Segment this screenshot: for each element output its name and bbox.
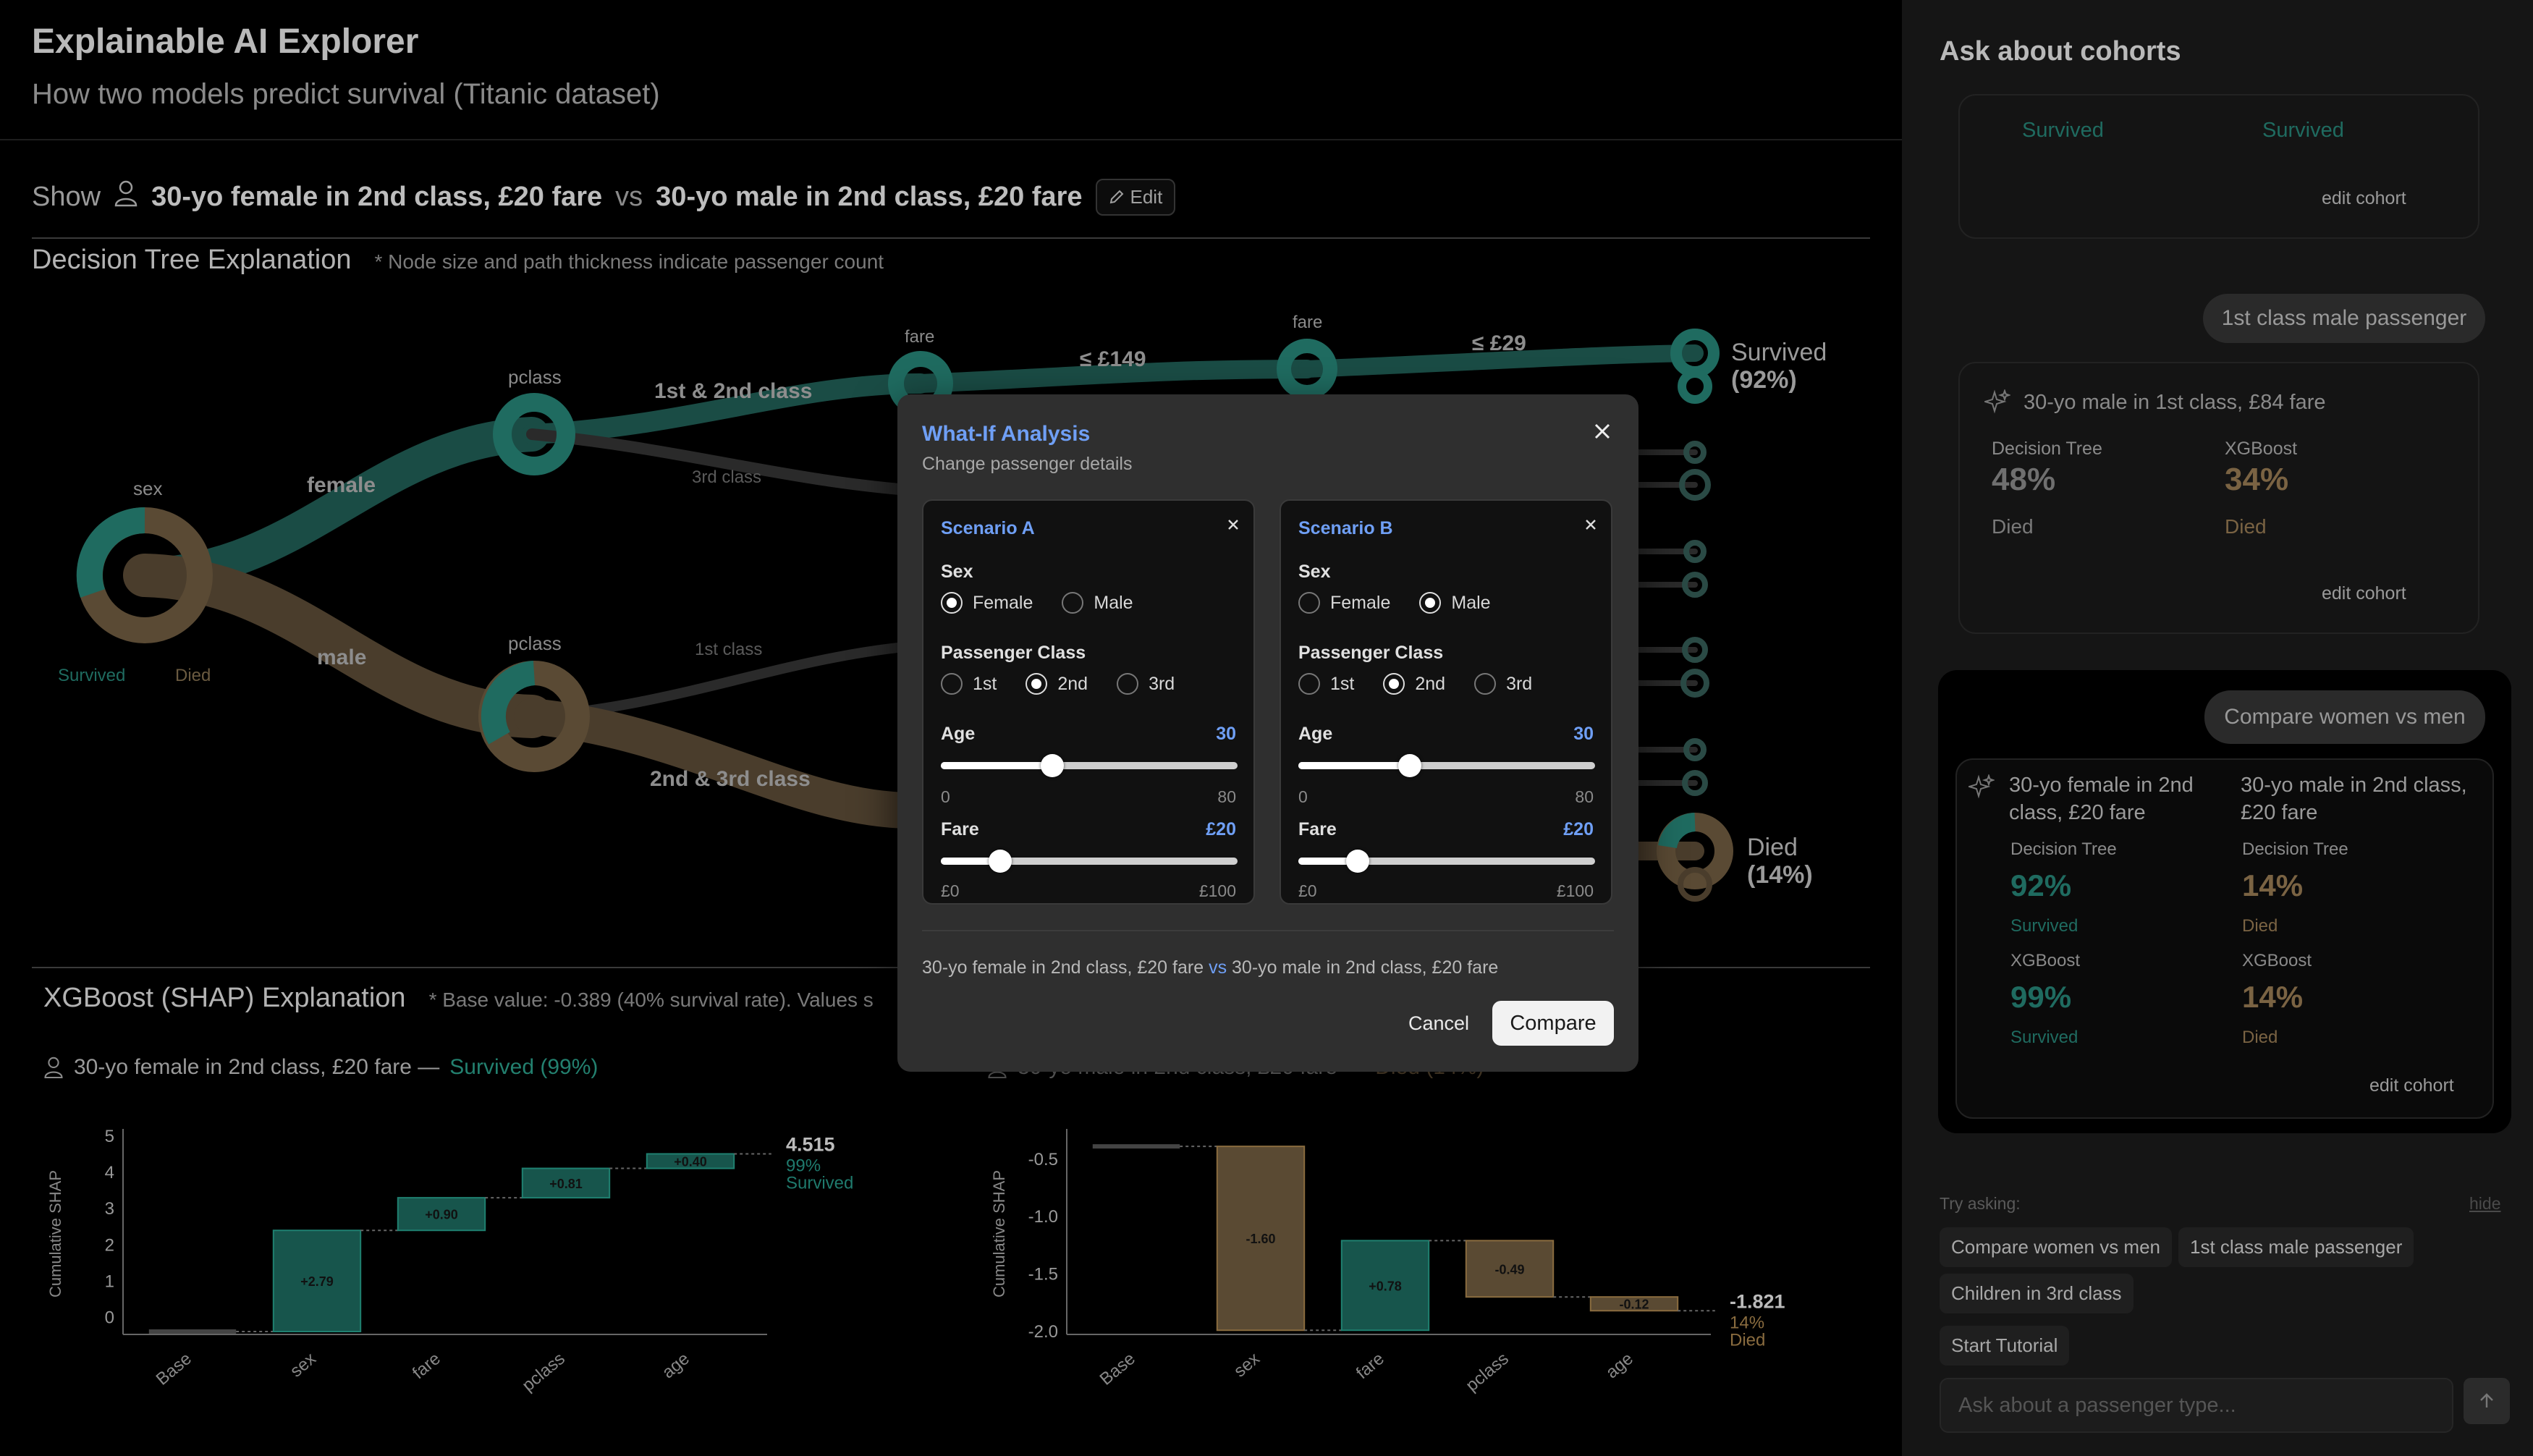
- close-icon: [1594, 423, 1610, 439]
- scenario-a-remove-button[interactable]: [1226, 514, 1240, 537]
- scenario-b-fare-slider[interactable]: [1298, 847, 1595, 876]
- summary-b: 30-yo male in 2nd class, £20 fare: [1232, 957, 1499, 978]
- scenario-a-sex-label: Sex: [941, 562, 973, 582]
- scenario-b-class-group: 1st 2nd 3rd: [1298, 673, 1532, 695]
- scenario-b-fare-value: £20: [1563, 819, 1594, 839]
- scenario-a-age-value: 30: [1216, 724, 1236, 744]
- scenario-a-fare-slider[interactable]: [941, 847, 1238, 876]
- radio-3rd-b[interactable]: [1474, 673, 1497, 695]
- what-if-modal: What-If Analysis Change passenger detail…: [897, 394, 1638, 1072]
- slider-thumb[interactable]: [1397, 754, 1421, 777]
- close-icon: [1228, 520, 1238, 530]
- radio-label: Male: [1451, 592, 1491, 613]
- scenario-b-panel: Scenario B Sex Female Male Passenger Cla…: [1280, 499, 1612, 905]
- scenario-b-age-slider[interactable]: [1298, 751, 1595, 780]
- age-max: 80: [1575, 787, 1594, 806]
- modal-overlay: What-If Analysis Change passenger detail…: [0, 0, 2533, 1456]
- modal-title: What-If Analysis: [922, 422, 1091, 446]
- modal-subtitle: Change passenger details: [922, 454, 1133, 474]
- radio-1st-b[interactable]: [1298, 673, 1320, 695]
- comparison-summary: 30-yo female in 2nd class, £20 fare vs 3…: [922, 957, 1498, 978]
- radio-label: 2nd: [1415, 673, 1446, 694]
- scenario-a-fare-label: Fare: [941, 819, 979, 839]
- radio-female-b[interactable]: [1298, 592, 1320, 614]
- scenario-b-fare-label: Fare: [1298, 819, 1337, 839]
- scenario-b-age-label: Age: [1298, 724, 1333, 744]
- radio-label: 1st: [1330, 673, 1355, 694]
- radio-label: Female: [1330, 592, 1391, 613]
- scenario-b-sex-group: Female Male: [1298, 592, 1491, 614]
- scenario-a-age-label: Age: [941, 724, 976, 744]
- radio-2nd-b[interactable]: [1383, 673, 1405, 695]
- radio-3rd-a[interactable]: [1117, 673, 1139, 695]
- radio-2nd-a[interactable]: [1026, 673, 1048, 695]
- age-min: 0: [1298, 787, 1308, 806]
- age-max: 80: [1217, 787, 1236, 806]
- slider-thumb[interactable]: [989, 850, 1012, 873]
- scenario-b-age-value: 30: [1573, 724, 1594, 744]
- close-icon: [1586, 520, 1596, 530]
- scenario-a-panel: Scenario A Sex Female Male Passenger Cla…: [922, 499, 1255, 905]
- fare-min: £0: [1298, 881, 1317, 900]
- radio-1st-a[interactable]: [941, 673, 963, 695]
- divider: [922, 930, 1614, 931]
- slider-thumb[interactable]: [1040, 754, 1064, 777]
- modal-close-button[interactable]: [1592, 416, 1612, 449]
- scenario-a-sex-group: Female Male: [941, 592, 1133, 614]
- summary-a: 30-yo female in 2nd class, £20 fare: [922, 957, 1204, 978]
- radio-label: 3rd: [1506, 673, 1533, 694]
- scenario-b-class-label: Passenger Class: [1298, 643, 1444, 663]
- radio-label: Male: [1094, 592, 1133, 613]
- radio-male-a[interactable]: [1062, 592, 1084, 614]
- fare-min: £0: [941, 881, 960, 900]
- scenario-a-fare-value: £20: [1206, 819, 1236, 839]
- fare-max: £100: [1556, 881, 1594, 900]
- radio-female-a[interactable]: [941, 592, 963, 614]
- radio-label: 3rd: [1149, 673, 1175, 694]
- scenario-b-sex-label: Sex: [1298, 562, 1331, 582]
- radio-label: Female: [973, 592, 1033, 613]
- radio-male-b[interactable]: [1419, 592, 1442, 614]
- scenario-a-age-slider[interactable]: [941, 751, 1238, 780]
- scenario-a-title: Scenario A: [941, 518, 1035, 538]
- slider-thumb[interactable]: [1346, 850, 1369, 873]
- radio-label: 2nd: [1057, 673, 1088, 694]
- scenario-b-remove-button[interactable]: [1583, 514, 1598, 537]
- scenario-a-class-group: 1st 2nd 3rd: [941, 673, 1175, 695]
- scenario-a-class-label: Passenger Class: [941, 643, 1086, 663]
- compare-button[interactable]: Compare: [1492, 1001, 1614, 1046]
- fare-max: £100: [1198, 881, 1236, 900]
- scenario-b-title: Scenario B: [1298, 518, 1393, 538]
- cancel-button[interactable]: Cancel: [1395, 1001, 1482, 1046]
- age-min: 0: [941, 787, 950, 806]
- summary-vs: vs: [1209, 957, 1227, 978]
- radio-label: 1st: [973, 673, 997, 694]
